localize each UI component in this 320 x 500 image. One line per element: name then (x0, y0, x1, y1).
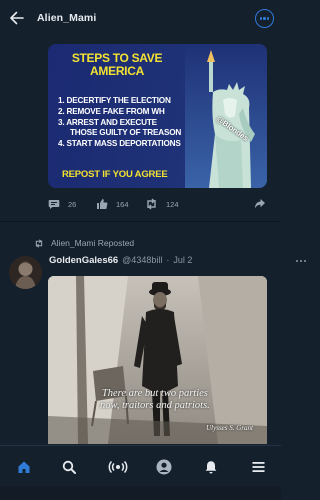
repost-icon (35, 238, 43, 248)
list-item: 3. ARREST AND EXECUTE (58, 117, 157, 127)
post-date: Jul 2 (173, 255, 193, 265)
list-item: 4. START MASS DEPORTATIONS (58, 139, 181, 149)
profile-icon[interactable] (156, 459, 172, 475)
quote-attribution: Ulysses S. Grant (206, 424, 253, 432)
post-image-headline: STEPS TO SAVE AMERICA (71, 51, 163, 78)
more-options-button[interactable] (296, 260, 306, 263)
bottom-nav (0, 445, 281, 486)
post-image[interactable]: STEPS TO SAVE AMERICA 1. DECERTIFY THE E… (48, 44, 267, 188)
reply-count: 26 (68, 199, 77, 209)
like-button[interactable]: 164 (96, 198, 129, 210)
divider (0, 221, 281, 222)
top-bar: Alien_Mami (0, 0, 281, 36)
comment-icon (48, 200, 60, 209)
post-image-list: 1. DECERTIFY THE ELECTION 2. REMOVE FAKE… (58, 96, 181, 150)
share-icon (255, 199, 265, 209)
like-count: 164 (116, 199, 129, 209)
post-image-footer: REPOST IF YOU AGREE (62, 169, 168, 180)
bell-icon[interactable] (203, 459, 219, 475)
author-handle[interactable]: @4348bill (122, 255, 162, 265)
repost-label-text: Alien_Mami Reposted (51, 238, 135, 248)
post-image[interactable]: There are but two parties now, traitors … (48, 276, 267, 444)
avatar[interactable] (9, 256, 42, 289)
system-bar (0, 486, 281, 500)
list-item: 2. REMOVE FAKE FROM WH (58, 106, 165, 116)
separator: · (166, 255, 170, 265)
repost-icon (147, 198, 156, 210)
avatar-image (9, 256, 42, 289)
dot (303, 260, 306, 263)
dot (267, 17, 270, 20)
list-item: 1. DECERTIFY THE ELECTION (58, 96, 171, 105)
post-header: GoldenGales66 @4348bill · Jul 2 (49, 255, 192, 266)
arrow-left-icon[interactable] (9, 10, 25, 26)
dot (296, 260, 299, 263)
statue-of-liberty-image (185, 44, 267, 188)
dot (263, 17, 266, 20)
quote-line: There are but two parties (101, 388, 208, 399)
repost-button[interactable]: 124 (145, 198, 179, 210)
reply-button[interactable]: 26 (48, 198, 76, 210)
post-actions: 26 164 124 (0, 196, 281, 212)
share-button[interactable] (254, 198, 266, 210)
broadcast-icon[interactable] (108, 459, 128, 475)
quote-line: now, traitors and patriots. (100, 400, 210, 411)
search-icon[interactable] (61, 459, 77, 475)
quote-text: There are but two parties now, traitors … (100, 388, 210, 412)
dot (259, 17, 262, 20)
dot (300, 260, 303, 263)
more-options-button[interactable] (255, 9, 274, 28)
home-icon[interactable] (16, 459, 32, 475)
repost-label[interactable]: Alien_Mami Reposted (34, 238, 134, 248)
list-item: THOSE GUILTY OF TREASON (70, 128, 182, 138)
thumbs-up-icon (97, 199, 108, 209)
historical-photo (48, 276, 267, 444)
repost-count: 124 (166, 199, 179, 209)
author-name[interactable]: GoldenGales66 (49, 255, 118, 266)
menu-icon[interactable] (250, 459, 266, 475)
page-title: Alien_Mami (37, 12, 97, 24)
